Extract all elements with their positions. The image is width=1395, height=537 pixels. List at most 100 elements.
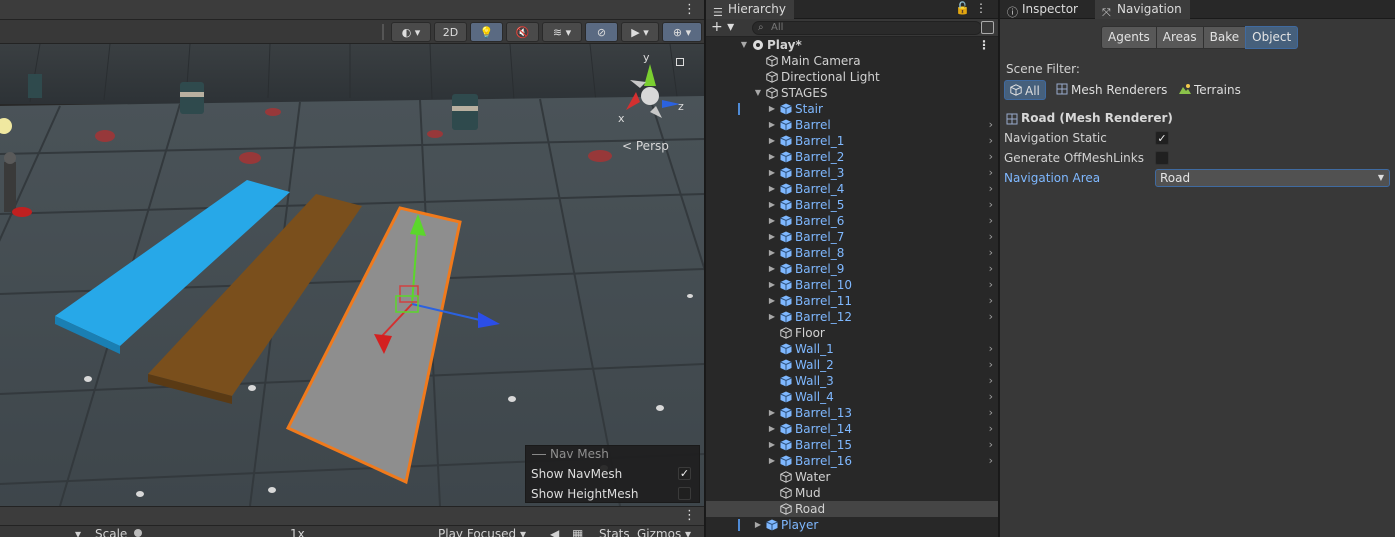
hierarchy-item[interactable]: ▶ Barrel_9 › bbox=[706, 261, 998, 277]
hierarchy-item[interactable]: Main Camera bbox=[706, 53, 998, 69]
add-object-button[interactable]: + ▾ bbox=[711, 19, 734, 36]
hierarchy-search-input[interactable]: ⌕ All bbox=[752, 21, 982, 35]
open-prefab-chevron-icon[interactable]: › bbox=[989, 133, 993, 149]
show-navmesh-checkbox[interactable]: ✓ bbox=[678, 467, 691, 480]
mute-audio-icon[interactable]: ◀ bbox=[550, 527, 559, 537]
hierarchy-item[interactable]: ▶ Player bbox=[706, 517, 998, 533]
expand-right-icon[interactable]: ▶ bbox=[767, 133, 777, 149]
toolbar-grip[interactable] bbox=[382, 24, 384, 40]
filter-terrains-button[interactable]: Terrains bbox=[1174, 80, 1246, 100]
hierarchy-item[interactable]: ▶ Barrel_13 › bbox=[706, 405, 998, 421]
open-prefab-chevron-icon[interactable]: › bbox=[989, 421, 993, 437]
tab-navigation[interactable]: ⤧ Navigation bbox=[1095, 0, 1190, 19]
scene-render[interactable]: y x z bbox=[0, 44, 704, 506]
tab-areas[interactable]: Areas bbox=[1155, 26, 1204, 49]
hierarchy-item[interactable]: ▶ Barrel_15 › bbox=[706, 437, 998, 453]
scene-view[interactable]: ⋮ ◐ ▾ 2D 💡 🔇 ≋ ▾ ⊘ ▶ ▾ ⊕ ▾ y x z < Persp… bbox=[0, 0, 704, 537]
hierarchy-item[interactable]: ▶ Barrel_6 › bbox=[706, 213, 998, 229]
hierarchy-item[interactable]: Road bbox=[706, 501, 998, 517]
expand-down-icon[interactable]: ▼ bbox=[739, 37, 749, 53]
hierarchy-item[interactable]: ▶ Barrel › bbox=[706, 117, 998, 133]
scene-menu-icon[interactable]: ⋮ bbox=[978, 37, 990, 53]
hierarchy-item[interactable]: Wall_1 › bbox=[706, 341, 998, 357]
show-heightmesh-checkbox[interactable] bbox=[678, 487, 691, 500]
tab-agents[interactable]: Agents bbox=[1101, 26, 1157, 49]
open-prefab-chevron-icon[interactable]: › bbox=[989, 437, 993, 453]
stats-grid-icon[interactable]: ▦ bbox=[572, 527, 583, 537]
open-prefab-chevron-icon[interactable]: › bbox=[989, 357, 993, 373]
stats-button[interactable]: Stats bbox=[599, 527, 630, 537]
hierarchy-item[interactable]: ▼ STAGES bbox=[706, 85, 998, 101]
open-prefab-chevron-icon[interactable]: › bbox=[989, 389, 993, 405]
more-options-icon[interactable]: ⋮ bbox=[683, 508, 696, 523]
filter-all-button[interactable]: All bbox=[1004, 80, 1046, 100]
expand-right-icon[interactable]: ▶ bbox=[767, 437, 777, 453]
expand-right-icon[interactable]: ▶ bbox=[767, 453, 777, 469]
hierarchy-item[interactable]: ▶ Barrel_4 › bbox=[706, 181, 998, 197]
hierarchy-item[interactable]: Wall_4 › bbox=[706, 389, 998, 405]
search-filter-icon[interactable] bbox=[981, 21, 994, 34]
open-prefab-chevron-icon[interactable]: › bbox=[989, 373, 993, 389]
expand-right-icon[interactable]: ▶ bbox=[767, 293, 777, 309]
open-prefab-chevron-icon[interactable]: › bbox=[989, 197, 993, 213]
hierarchy-item[interactable]: ▶ Barrel_7 › bbox=[706, 229, 998, 245]
scale-slider-handle[interactable] bbox=[134, 529, 142, 537]
expand-right-icon[interactable]: ▶ bbox=[767, 245, 777, 261]
hierarchy-item[interactable]: Wall_2 › bbox=[706, 357, 998, 373]
tab-inspector[interactable]: ⓘ Inspector bbox=[1000, 0, 1086, 19]
show-navmesh-row[interactable]: Show NavMesh ✓ bbox=[526, 464, 699, 484]
expand-right-icon[interactable]: ▶ bbox=[767, 101, 777, 117]
hierarchy-item[interactable]: ▶ Barrel_5 › bbox=[706, 197, 998, 213]
expand-right-icon[interactable]: ▶ bbox=[753, 517, 763, 533]
expand-right-icon[interactable]: ▶ bbox=[767, 149, 777, 165]
audio-toggle-button[interactable]: 🔇 bbox=[506, 22, 539, 42]
2d-toggle-button[interactable]: 2D bbox=[434, 22, 467, 42]
panel-grip-icon[interactable] bbox=[532, 454, 546, 455]
open-prefab-chevron-icon[interactable]: › bbox=[989, 245, 993, 261]
open-prefab-chevron-icon[interactable]: › bbox=[989, 453, 993, 469]
expand-right-icon[interactable]: ▶ bbox=[767, 229, 777, 245]
gizmos-game-button[interactable]: Gizmos ▾ bbox=[637, 527, 691, 537]
open-prefab-chevron-icon[interactable]: › bbox=[989, 181, 993, 197]
hierarchy-item[interactable]: ▶ Barrel_8 › bbox=[706, 245, 998, 261]
expand-right-icon[interactable]: ▶ bbox=[767, 197, 777, 213]
hierarchy-item[interactable]: ▶ Barrel_2 › bbox=[706, 149, 998, 165]
expand-right-icon[interactable]: ▶ bbox=[767, 261, 777, 277]
hierarchy-item[interactable]: ▶ Barrel_11 › bbox=[706, 293, 998, 309]
play-mode-dropdown[interactable]: Play Focused ▾ bbox=[438, 527, 526, 537]
camera-settings-button[interactable]: ▶ ▾ bbox=[621, 22, 659, 42]
gizmo-lock-icon[interactable] bbox=[676, 58, 684, 66]
expand-right-icon[interactable]: ▶ bbox=[767, 277, 777, 293]
expand-right-icon[interactable]: ▶ bbox=[767, 213, 777, 229]
tab-bake[interactable]: Bake bbox=[1202, 26, 1247, 49]
open-prefab-chevron-icon[interactable]: › bbox=[989, 405, 993, 421]
open-prefab-chevron-icon[interactable]: › bbox=[989, 213, 993, 229]
hierarchy-item[interactable]: Water bbox=[706, 469, 998, 485]
navigation-area-dropdown[interactable]: Road ▼ bbox=[1155, 169, 1390, 187]
offmesh-links-checkbox[interactable] bbox=[1155, 151, 1169, 165]
open-prefab-chevron-icon[interactable]: › bbox=[989, 293, 993, 309]
expand-down-icon[interactable]: ▼ bbox=[753, 85, 763, 101]
expand-right-icon[interactable]: ▶ bbox=[767, 165, 777, 181]
hierarchy-item[interactable]: Wall_3 › bbox=[706, 373, 998, 389]
hierarchy-item[interactable]: ▶ Barrel_1 › bbox=[706, 133, 998, 149]
hierarchy-item[interactable]: ▶ Barrel_12 › bbox=[706, 309, 998, 325]
open-prefab-chevron-icon[interactable]: › bbox=[989, 165, 993, 181]
open-prefab-chevron-icon[interactable]: › bbox=[989, 229, 993, 245]
navigation-static-checkbox[interactable]: ✓ bbox=[1155, 131, 1169, 145]
tab-object[interactable]: Object bbox=[1245, 26, 1299, 49]
hierarchy-item[interactable]: ▶ Stair bbox=[706, 101, 998, 117]
hierarchy-item[interactable]: ▶ Barrel_14 › bbox=[706, 421, 998, 437]
expand-right-icon[interactable]: ▶ bbox=[767, 421, 777, 437]
projection-toggle[interactable]: < Persp bbox=[622, 139, 669, 153]
open-prefab-chevron-icon[interactable]: › bbox=[989, 117, 993, 133]
expand-right-icon[interactable]: ▶ bbox=[767, 117, 777, 133]
gizmos-button[interactable]: ⊕ ▾ bbox=[662, 22, 702, 42]
expand-right-icon[interactable]: ▶ bbox=[767, 405, 777, 421]
display-dropdown-icon[interactable]: ▾ bbox=[75, 527, 81, 537]
hierarchy-item[interactable]: Mud bbox=[706, 485, 998, 501]
open-prefab-chevron-icon[interactable]: › bbox=[989, 277, 993, 293]
hierarchy-item[interactable]: ▶ Barrel_3 › bbox=[706, 165, 998, 181]
scene-viewport[interactable]: y x z < Persp Nav Mesh Show NavMesh ✓ Sh… bbox=[0, 44, 704, 506]
hierarchy-item[interactable]: ▶ Barrel_16 › bbox=[706, 453, 998, 469]
